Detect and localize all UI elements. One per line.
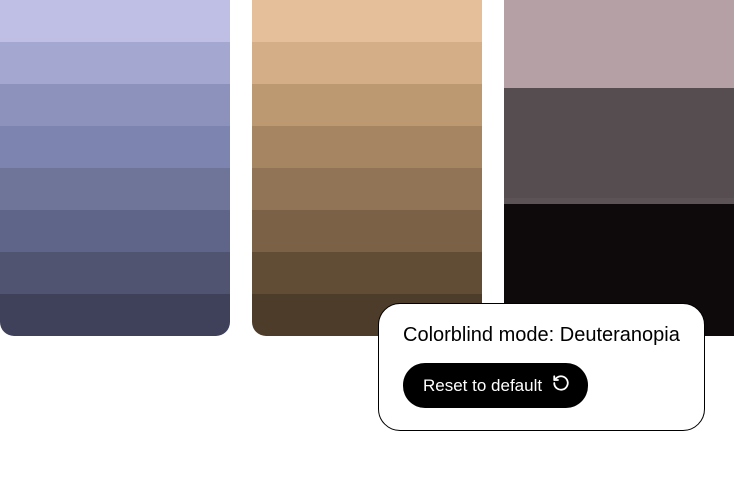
swatch[interactable] [252, 0, 482, 42]
swatch[interactable] [0, 84, 230, 126]
swatch[interactable] [0, 168, 230, 210]
swatch[interactable] [0, 252, 230, 294]
swatch[interactable] [252, 252, 482, 294]
swatch[interactable] [252, 126, 482, 168]
swatch[interactable] [0, 42, 230, 84]
palette-3 [504, 0, 734, 336]
swatch[interactable] [0, 294, 230, 336]
palette-1 [0, 0, 230, 336]
swatch[interactable] [252, 168, 482, 210]
button-label: Reset to default [423, 376, 542, 396]
swatch[interactable] [252, 84, 482, 126]
colorblind-popup: Colorblind mode: Deuteranopia Reset to d… [378, 303, 705, 431]
swatch[interactable] [252, 42, 482, 84]
reset-to-default-button[interactable]: Reset to default [403, 363, 588, 408]
swatch[interactable] [504, 88, 734, 198]
swatch[interactable] [252, 210, 482, 252]
swatch[interactable] [0, 126, 230, 168]
swatch[interactable] [0, 210, 230, 252]
swatch[interactable] [0, 0, 230, 42]
reset-icon [552, 374, 570, 397]
swatch[interactable] [504, 0, 734, 88]
palette-2 [252, 0, 482, 336]
palette-container [0, 0, 748, 336]
popup-title: Colorblind mode: Deuteranopia [403, 324, 680, 347]
